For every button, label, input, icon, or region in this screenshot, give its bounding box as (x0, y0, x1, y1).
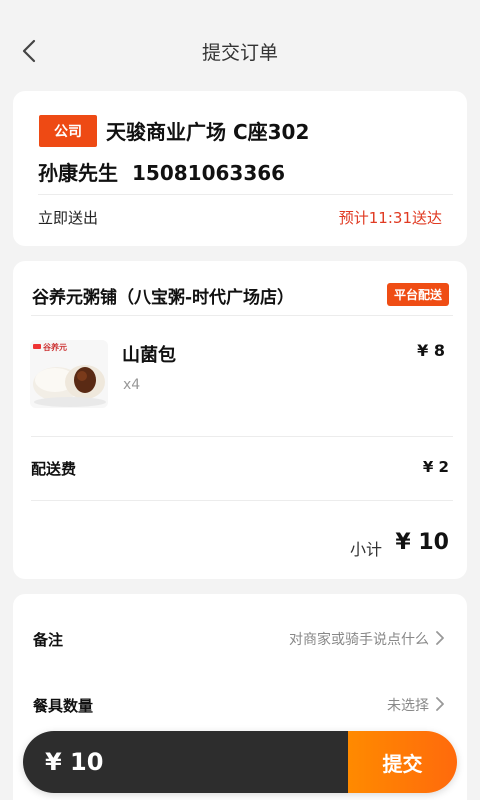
address-card[interactable]: 公司 天骏商业广场 C座302 孙康先生 15081063366 立即送出 预计1… (13, 91, 467, 246)
utensils-value: 未选择 (387, 698, 429, 714)
delivery-eta: 预计11:31送达 (338, 209, 442, 227)
nav-bar: 提交订单 (0, 0, 480, 96)
platform-delivery-badge: 平台配送 (386, 283, 449, 306)
order-card: 谷养元粥铺（八宝粥-时代广场店） 平台配送 谷养元 山菌包 x4 ¥ 8 配送费… (13, 261, 467, 579)
chevron-right-icon (436, 697, 444, 711)
contact-name: 孙康先生 (38, 161, 118, 185)
note-label: 备注 (33, 631, 64, 649)
divider (31, 315, 453, 316)
page-title: 提交订单 (201, 42, 278, 64)
submit-button[interactable]: 提交 (348, 731, 457, 793)
divider (31, 436, 453, 437)
address-tag: 公司 (39, 115, 97, 147)
delivery-mode[interactable]: 立即送出 (38, 207, 98, 228)
bun-image-icon (30, 340, 108, 408)
product-name: 山菌包 (122, 345, 176, 366)
divider (31, 500, 453, 501)
note-placeholder: 对商家或骑手说点什么 (289, 632, 429, 648)
product-image-label: 谷养元 (43, 343, 67, 352)
delivery-fee-label: 配送费 (31, 460, 77, 478)
contact-info: 孙康先生 15081063366 (38, 157, 285, 186)
utensils-label: 餐具数量 (33, 697, 94, 715)
chevron-right-icon (436, 631, 444, 645)
delivery-fee-value: ¥ 2 (422, 458, 449, 476)
product-image: 谷养元 (30, 340, 108, 408)
subtotal-value: ¥ 10 (395, 530, 449, 555)
order-total: ¥ 10 (23, 731, 348, 793)
product-price: ¥ 8 (417, 341, 445, 360)
product-quantity: x4 (123, 377, 141, 393)
payment-bar: ¥ 10 提交 (23, 731, 457, 793)
address-location: 天骏商业广场 C座302 (106, 120, 310, 144)
shop-name: 谷养元粥铺（八宝粥-时代广场店） (32, 288, 295, 308)
contact-phone: 15081063366 (132, 161, 286, 185)
divider (38, 194, 453, 195)
subtotal-label: 小计 (349, 540, 382, 559)
